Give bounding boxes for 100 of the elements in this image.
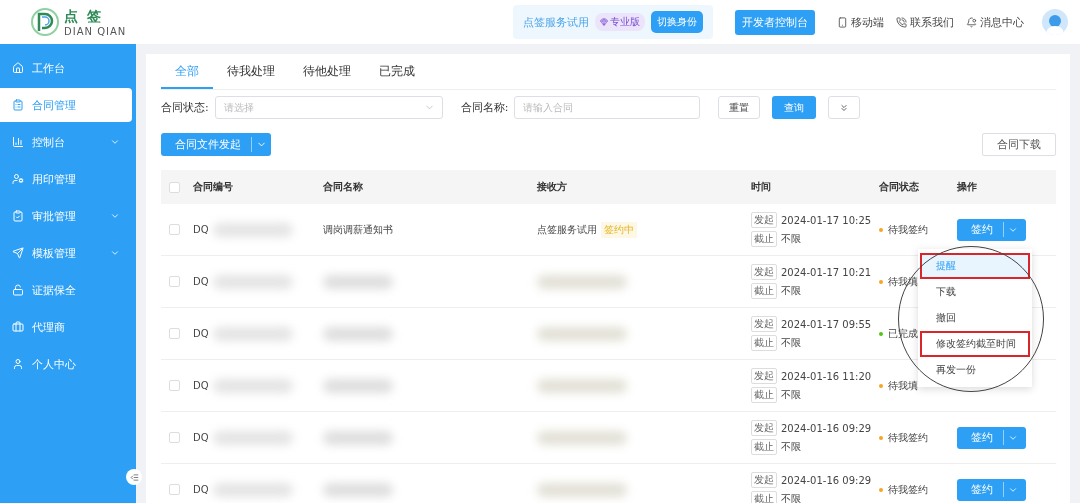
checkbox[interactable] [169, 380, 180, 391]
start-time: 2024-01-16 09:29 [781, 474, 872, 486]
edition-badge: 专业版 [595, 13, 645, 31]
expand-button[interactable] [828, 96, 861, 119]
column-header: 接收方 [537, 180, 568, 194]
start-time: 2024-01-17 09:55 [781, 318, 872, 330]
checkbox[interactable] [169, 181, 180, 193]
blurred-text [323, 482, 393, 497]
download-button[interactable]: 合同下载 [982, 133, 1056, 156]
collapse-button[interactable] [126, 469, 142, 485]
table-cell: 调岗调薪通知书 [323, 222, 393, 237]
sign-button[interactable]: 签约 [957, 478, 1026, 501]
chevron-icon [110, 211, 120, 221]
column-header: 操作 [957, 180, 978, 194]
start-time: 2024-01-17 10:25 [781, 214, 872, 226]
blurred-text [323, 430, 393, 445]
search-button[interactable]: 查询 [772, 96, 817, 119]
checkbox[interactable] [169, 224, 180, 235]
time-label: 发起 [751, 316, 777, 332]
time-label: 截止 [751, 491, 777, 503]
sidebar-item[interactable]: 代理商 [0, 310, 132, 344]
tab[interactable]: 待他处理 [289, 60, 365, 89]
time-label: 发起 [751, 212, 777, 228]
sign-button[interactable]: 签约 [957, 218, 1026, 241]
chevron-icon [110, 248, 120, 258]
sidebar-item[interactable]: 控制台 [0, 125, 132, 159]
column-header: 合同状态 [879, 180, 920, 194]
collapse-icon [129, 472, 139, 482]
tab[interactable]: 已完成 [365, 60, 429, 89]
account-name: 点签服务试用 [523, 14, 589, 30]
end-time: 不限 [781, 336, 801, 350]
briefcase-icon [12, 321, 24, 333]
header-link[interactable]: 联系我们 [896, 14, 954, 30]
sidebar-item[interactable]: 模板管理 [0, 236, 132, 270]
end-time: 不限 [781, 492, 801, 503]
table-cell: DQ [193, 484, 209, 495]
start-time: 2024-01-16 09:29 [781, 422, 872, 434]
checkbox[interactable] [169, 484, 180, 495]
time-label: 截止 [751, 335, 777, 351]
menu-item[interactable]: 提醒 [920, 253, 1030, 279]
column-header: 时间 [751, 180, 772, 194]
sign-button[interactable]: 签约 [957, 426, 1026, 449]
name-input[interactable]: 请输入合同 [514, 96, 701, 119]
table-cell: DQ [193, 380, 209, 391]
field-label: 合同名称: [460, 100, 509, 115]
table-cell: DQ [193, 432, 209, 443]
blurred-text [323, 274, 393, 289]
sidebar-item[interactable]: 审批管理 [0, 199, 132, 233]
gem-icon [600, 18, 608, 26]
start-contract-button[interactable]: 合同文件发起 [161, 133, 271, 156]
tab[interactable]: 全部 [161, 60, 213, 89]
sidebar-item[interactable]: 用印管理 [0, 162, 132, 196]
blurred-text [323, 378, 393, 393]
checkbox[interactable] [169, 276, 180, 287]
table-cell: DQ [193, 328, 209, 339]
header-link[interactable]: 消息中心 [966, 14, 1024, 30]
avatar[interactable] [1042, 9, 1068, 35]
sidebar-item[interactable]: 工作台 [0, 51, 132, 85]
sidebar-item[interactable]: 个人中心 [0, 347, 132, 381]
phone-icon [837, 16, 848, 28]
clipboard-icon [12, 99, 24, 111]
time-label: 截止 [751, 439, 777, 455]
sidebar-item[interactable]: 证据保全 [0, 273, 132, 307]
paper-plane-icon [12, 247, 24, 259]
logo-subtitle: DIAN QIAN [64, 25, 127, 37]
time-label: 发起 [751, 368, 777, 384]
table-cell: DQ [193, 276, 209, 287]
checkbox[interactable] [169, 328, 180, 339]
checkbox[interactable] [169, 432, 180, 443]
sidebar-item[interactable]: 合同管理 [0, 88, 132, 122]
column-header: 合同名称 [323, 180, 364, 194]
switch-identity-button[interactable]: 切换身份 [651, 11, 703, 33]
user-gear-icon [12, 173, 24, 185]
blurred-text [323, 326, 393, 341]
user-icon [12, 358, 24, 370]
start-time: 2024-01-17 10:21 [781, 266, 872, 278]
menu-item[interactable]: 修改签约截至时间 [920, 331, 1030, 357]
chevron-icon [110, 137, 120, 147]
field-label: 合同状态: [161, 100, 209, 115]
time-label: 截止 [751, 387, 777, 403]
unlocked-lock-icon [12, 284, 24, 296]
developer-console-button[interactable]: 开发者控制台 [735, 9, 815, 35]
time-label: 发起 [751, 264, 777, 280]
tab[interactable]: 待我处理 [213, 60, 289, 89]
bell-icon [966, 16, 977, 28]
status-tag: 签约中 [601, 221, 637, 238]
table-cell: DQ [193, 224, 209, 235]
table-cell: 点签服务试用 [537, 222, 597, 237]
end-time: 不限 [781, 232, 801, 246]
reset-button[interactable]: 重置 [718, 96, 761, 119]
contract-status: 待我签约 [879, 430, 957, 445]
column-header: 合同编号 [193, 180, 234, 194]
time-label: 发起 [751, 420, 777, 436]
time-label: 截止 [751, 231, 777, 247]
header-link[interactable]: 移动端 [837, 14, 884, 30]
status-select[interactable]: 请选择 [214, 96, 443, 119]
clipboard-check-icon [12, 210, 24, 222]
time-label: 截止 [751, 283, 777, 299]
end-time: 不限 [781, 388, 801, 402]
home-icon [12, 62, 24, 74]
